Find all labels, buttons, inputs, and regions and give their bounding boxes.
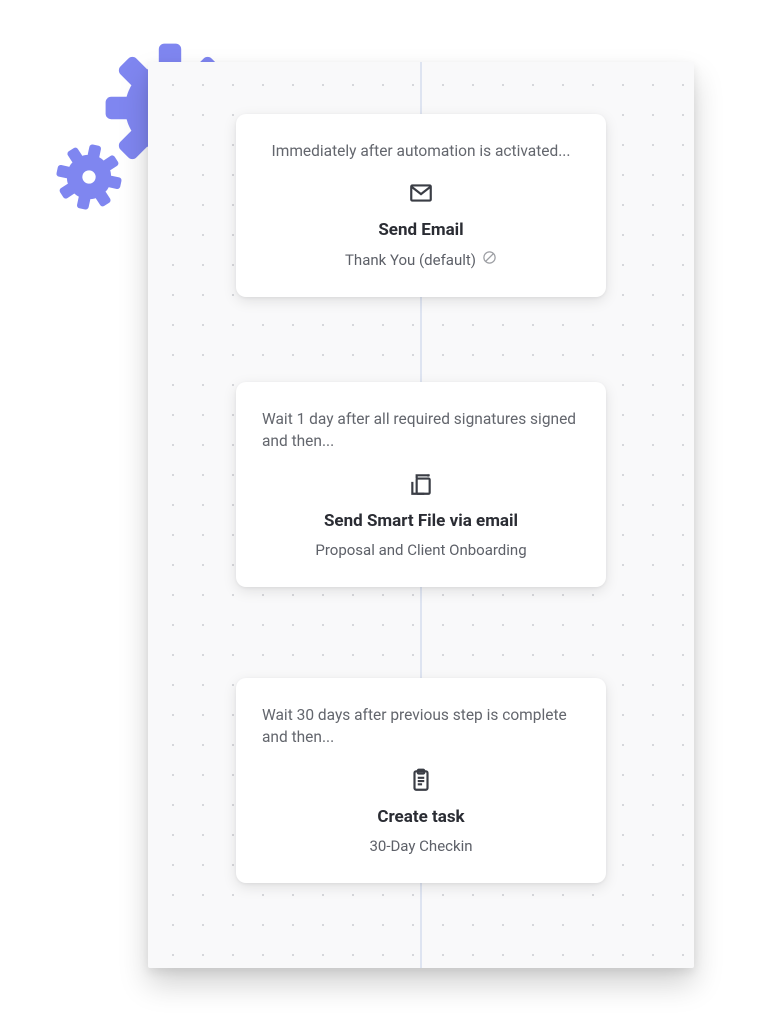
clipboard-icon (262, 767, 580, 793)
step-trigger-text: Wait 1 day after all required signatures… (262, 408, 580, 453)
mail-icon (262, 180, 580, 206)
smart-file-icon (262, 471, 580, 497)
step-detail-text: 30-Day Checkin (369, 837, 472, 855)
step-detail-text: Proposal and Client Onboarding (315, 541, 526, 559)
automation-step-card[interactable]: Wait 1 day after all required signatures… (236, 382, 606, 587)
step-action-title: Send Smart File via email (262, 511, 580, 531)
step-action-title: Create task (262, 807, 580, 827)
automation-canvas[interactable]: Immediately after automation is activate… (148, 62, 694, 968)
step-trigger-text: Wait 30 days after previous step is comp… (262, 704, 580, 749)
step-detail-text: Thank You (default) (345, 251, 476, 269)
automation-step-card[interactable]: Wait 30 days after previous step is comp… (236, 678, 606, 883)
step-trigger-text: Immediately after automation is activate… (262, 140, 580, 162)
automation-step-card[interactable]: Immediately after automation is activate… (236, 114, 606, 297)
empty-template-icon (482, 250, 497, 269)
step-action-title: Send Email (262, 220, 580, 240)
gear-icon (45, 133, 133, 221)
